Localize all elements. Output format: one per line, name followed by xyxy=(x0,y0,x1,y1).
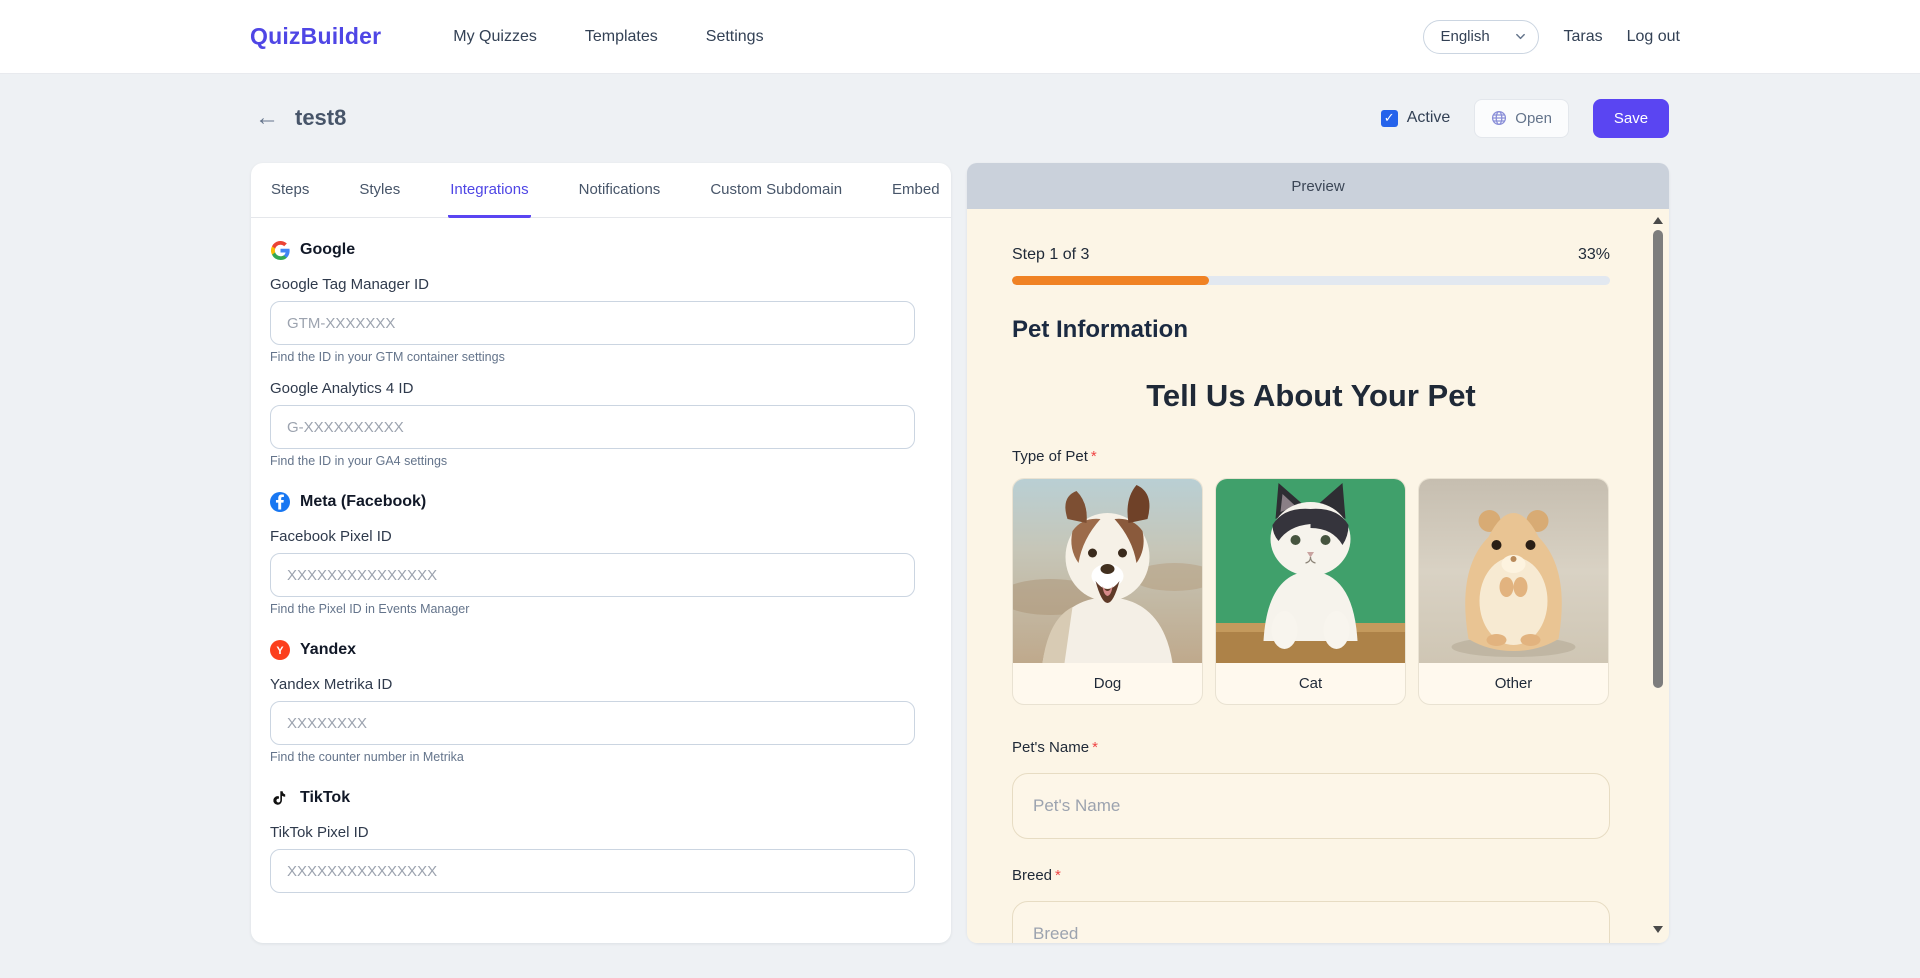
preview-scrollbar[interactable] xyxy=(1651,213,1665,939)
integration-section-google: Google Google Tag Manager ID Find the ID… xyxy=(270,240,915,468)
top-navbar: QuizBuilder My Quizzes Templates Setting… xyxy=(0,0,1920,74)
integrations-content: Google Google Tag Manager ID Find the ID… xyxy=(251,218,951,942)
required-asterisk: * xyxy=(1090,448,1097,465)
breed-input[interactable] xyxy=(1012,901,1610,943)
required-asterisk: * xyxy=(1092,739,1098,756)
integration-title: Google xyxy=(300,241,356,258)
progress-bar xyxy=(1012,276,1610,285)
quiz-header: ← test8 ✓ Active Open Save xyxy=(0,74,1920,162)
scroll-up-icon[interactable] xyxy=(1653,217,1663,224)
nav-item-my-quizzes[interactable]: My Quizzes xyxy=(453,28,537,46)
yandex-metrika-input[interactable] xyxy=(270,701,915,745)
option-card-other[interactable]: Other xyxy=(1418,478,1609,705)
type-of-pet-label: Type of Pet * xyxy=(1012,448,1097,465)
hamster-photo xyxy=(1419,479,1608,663)
option-label-other: Other xyxy=(1494,675,1533,692)
preview-header: Preview xyxy=(967,163,1669,209)
nav-item-settings[interactable]: Settings xyxy=(706,28,764,46)
dog-photo xyxy=(1013,479,1202,663)
preview-panel: Preview Step 1 of 3 33% Pet Information … xyxy=(967,163,1669,943)
option-label-cat: Cat xyxy=(1298,675,1323,692)
integration-section-tiktok: TikTok TikTok Pixel ID xyxy=(270,788,915,893)
tab-integrations[interactable]: Integrations xyxy=(448,163,531,218)
field-hint: Find the ID in your GA4 settings xyxy=(270,454,448,468)
facebook-pixel-input[interactable] xyxy=(270,553,915,597)
field-label: Google Tag Manager ID xyxy=(270,276,429,293)
field-hint: Find the counter number in Metrika xyxy=(270,750,464,764)
step-indicator: Step 1 of 3 xyxy=(1012,246,1090,263)
pets-name-input[interactable] xyxy=(1012,773,1610,839)
active-checkbox[interactable]: ✓ xyxy=(1380,109,1398,127)
logout-link[interactable]: Log out xyxy=(1627,28,1680,46)
language-select[interactable]: English xyxy=(1423,19,1540,54)
save-button[interactable]: Save xyxy=(1593,98,1669,138)
yandex-icon: Y xyxy=(270,640,290,660)
scroll-down-icon[interactable] xyxy=(1653,926,1663,933)
tiktok-pixel-input[interactable] xyxy=(270,849,915,893)
integration-title: Meta (Facebook) xyxy=(300,493,427,510)
option-card-cat[interactable]: Cat xyxy=(1215,478,1406,705)
preview-body: Step 1 of 3 33% Pet Information Tell Us … xyxy=(967,209,1669,943)
field-label: Yandex Metrika ID xyxy=(270,676,393,693)
editor-panel: Steps Styles Integrations Notifications … xyxy=(251,163,951,943)
gtm-id-input[interactable] xyxy=(270,301,915,345)
tab-notifications[interactable]: Notifications xyxy=(577,163,663,218)
tiktok-icon xyxy=(270,788,290,808)
integration-title: Yandex xyxy=(300,641,357,658)
google-icon xyxy=(270,240,290,260)
field-hint: Find the ID in your GTM container settin… xyxy=(270,350,505,364)
active-label: Active xyxy=(1406,109,1451,126)
integration-section-yandex: Y Yandex Yandex Metrika ID Find the coun… xyxy=(270,640,915,764)
tab-steps[interactable]: Steps xyxy=(269,163,311,218)
field-hint: Find the Pixel ID in Events Manager xyxy=(270,602,470,616)
progress-percent: 33% xyxy=(1577,246,1610,263)
user-name[interactable]: Taras xyxy=(1563,28,1602,46)
integration-section-meta: Meta (Facebook) Facebook Pixel ID Find t… xyxy=(270,492,915,616)
option-card-dog[interactable]: Dog xyxy=(1012,478,1203,705)
option-label-dog: Dog xyxy=(1093,675,1122,692)
required-asterisk: * xyxy=(1055,867,1061,884)
main-nav: My Quizzes Templates Settings xyxy=(453,28,763,46)
field-label: Google Analytics 4 ID xyxy=(270,380,414,397)
editor-tabs: Steps Styles Integrations Notifications … xyxy=(251,163,951,218)
nav-item-templates[interactable]: Templates xyxy=(585,28,658,46)
field-label: TikTok Pixel ID xyxy=(270,824,369,841)
active-toggle[interactable]: ✓ Active xyxy=(1380,109,1451,127)
facebook-icon xyxy=(270,492,290,512)
brand-logo[interactable]: QuizBuilder xyxy=(250,23,381,50)
pet-type-options: Dog Cat Other xyxy=(1012,478,1610,705)
back-button[interactable]: ← xyxy=(255,106,279,130)
svg-text:Y: Y xyxy=(276,645,284,657)
scrollbar-thumb[interactable] xyxy=(1653,230,1663,688)
tab-custom-subdomain[interactable]: Custom Subdomain xyxy=(708,163,844,218)
cat-photo xyxy=(1216,479,1405,663)
progress-bar-fill xyxy=(1012,276,1210,285)
preview-section-title: Pet Information xyxy=(1012,316,1189,343)
quiz-title: test8 xyxy=(295,105,347,130)
chevron-down-icon xyxy=(1516,33,1526,40)
globe-icon xyxy=(1492,110,1507,126)
integration-title: TikTok xyxy=(300,789,351,806)
field-label: Facebook Pixel ID xyxy=(270,528,392,545)
ga4-id-input[interactable] xyxy=(270,405,915,449)
open-button-label: Open xyxy=(1515,109,1552,127)
open-button[interactable]: Open xyxy=(1474,98,1569,138)
breed-label: Breed * xyxy=(1012,867,1061,884)
pets-name-label: Pet's Name * xyxy=(1012,739,1098,756)
language-selected-value: English xyxy=(1440,28,1490,45)
preview-question-title: Tell Us About Your Pet xyxy=(1146,378,1476,413)
tab-embed[interactable]: Embed xyxy=(890,163,942,218)
tab-styles[interactable]: Styles xyxy=(357,163,402,218)
